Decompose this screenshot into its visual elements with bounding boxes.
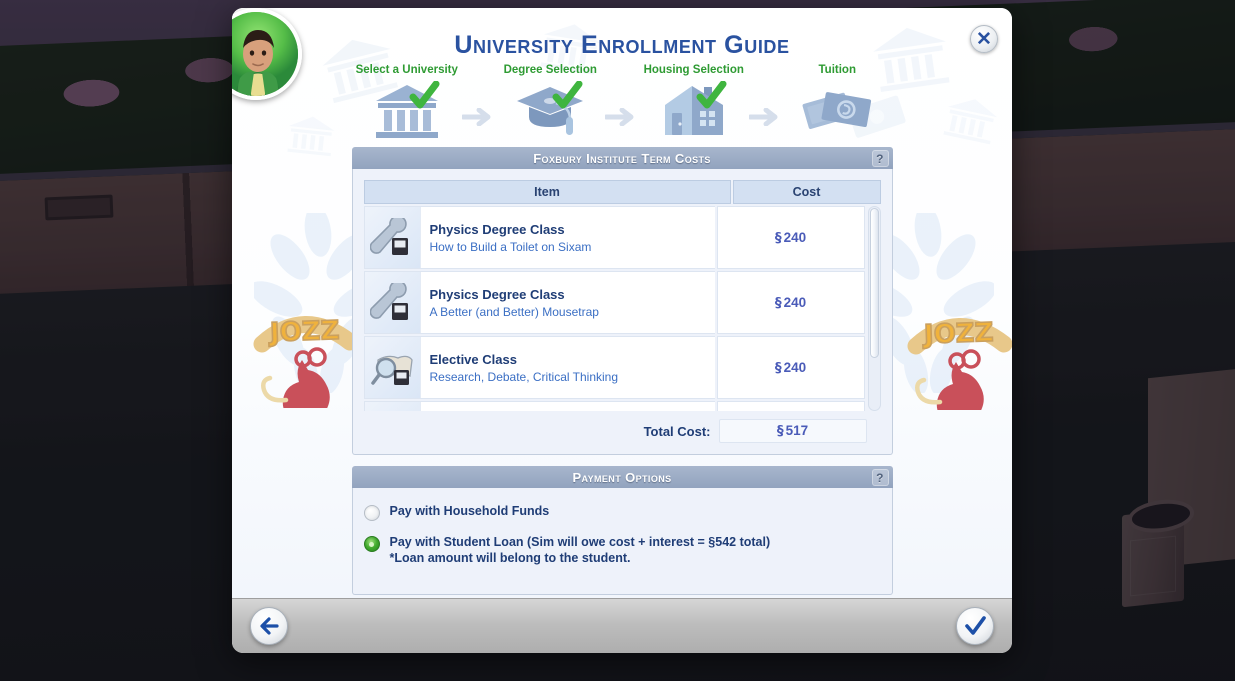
arrow-icon [603,107,639,131]
row-subtitle: Research, Debate, Critical Thinking [429,369,619,384]
help-icon[interactable]: ? [871,150,889,167]
column-header-item: Item [363,180,731,204]
payment-options-title: Payment Options [572,469,672,485]
step-label: Degree Selection [503,64,597,76]
cost-items-list: Physics Degree Class How to Build a Toil… [363,206,865,411]
total-cost-value: 517 [785,423,809,438]
payment-options-panel: Payment Options ? Pay with Household Fun… [351,466,893,596]
house-icon [639,79,749,141]
graduation-cap-icon [496,79,606,141]
table-row[interactable]: Physics Degree Class A Better (and Bette… [363,271,865,336]
check-icon [551,80,583,118]
confirm-button[interactable] [956,607,994,645]
row-text: Physics Degree Class How to Build a Toil… [430,222,600,254]
svg-text:JOZZ: JOZZ [921,318,993,350]
foxbury-mascot-logo: JOZZ [904,300,1012,423]
row-subtitle: A Better (and Better) Mousetrap [429,304,599,319]
row-cost-value: 240 [783,295,807,310]
simoleon-icon: § [774,229,782,246]
row-cost-value: 240 [783,230,807,245]
help-icon[interactable]: ? [871,469,889,486]
step-degree-selection[interactable]: Degree Selection [496,64,606,141]
row-cost-cell: § 240 [716,271,865,334]
dialog-body: JOZZ JOZZ ✕ University Enrollment Guide … [232,8,1012,598]
wrench-book-icon [364,272,421,333]
dialog-footer [232,598,1012,653]
row-cost-cell: § 240 [716,336,865,399]
enrollment-stepper: Select a University Degree Selection Hou… [232,64,1012,141]
term-costs-title: Foxbury Institute Term Costs [533,150,711,166]
simoleon-icon: § [774,294,782,311]
back-button[interactable] [250,607,288,645]
table-row[interactable]: Elective Class Research, Debate, Critica… [363,336,865,401]
row-title: Physics Degree Class [429,286,565,302]
arrow-icon [460,107,496,131]
payment-option-note: *Loan amount will belong to the student. [389,550,631,565]
payment-options-header: Payment Options ? [351,466,893,488]
arrow-icon [747,107,783,131]
wrench-book-icon [364,207,421,268]
magnifier-book-icon [364,337,421,398]
row-cost-value: 240 [783,360,807,375]
payment-option-student-loan[interactable]: Pay with Student Loan (Sim will owe cost… [363,535,881,566]
svg-text:JOZZ: JOZZ [267,316,339,348]
row-title: Physics Degree Class [429,221,565,237]
vertical-scrollbar[interactable] [867,206,881,411]
row-text: Physics Degree Class A Better (and Bette… [430,287,607,319]
row-subtitle: How to Build a Toilet on Sixam [429,239,592,254]
row-cost-cell [716,401,865,411]
simoleon-icon: § [776,423,784,439]
radio-button[interactable] [363,505,380,521]
payment-option-label: Pay with Student Loan (Sim will owe cost… [389,535,771,549]
term-costs-panel: Foxbury Institute Term Costs ? Item Cost [351,147,893,455]
term-costs-header: Foxbury Institute Term Costs ? [351,147,893,169]
scrollbar-thumb[interactable] [869,208,879,359]
radio-button-selected[interactable] [363,536,380,552]
table-row[interactable]: University Housing [363,401,865,411]
foxbury-mascot-logo: JOZZ [250,298,360,421]
step-label: Tuition [818,64,856,76]
row-item-cell: University Housing [363,401,715,411]
step-label: Select a University [355,64,458,76]
table-header-row: Item Cost [363,180,881,204]
payment-option-text: Pay with Student Loan (Sim will owe cost… [390,535,771,566]
step-label: Housing Selection [643,64,744,76]
check-icon [408,80,440,118]
page-title: University Enrollment Guide [454,31,790,59]
cost-items-scroll-area: Physics Degree Class How to Build a Toil… [363,206,881,411]
row-cost-cell: § 240 [716,206,865,269]
total-cost-value-box: § 517 [718,419,867,443]
university-building-icon [352,79,462,141]
column-header-cost: Cost [732,180,881,204]
check-icon [695,80,727,118]
payment-option-label: Pay with Household Funds [389,504,550,518]
total-cost-row: Total Cost: § 517 [364,419,881,443]
row-item-cell: Physics Degree Class A Better (and Bette… [363,271,715,334]
step-select-university[interactable]: Select a University [352,64,462,141]
money-bills-icon [783,79,893,141]
simoleon-icon: § [774,359,782,376]
term-costs-body: Item Cost Physics Degree Class How to Bu… [351,169,893,455]
university-enrollment-dialog: JOZZ JOZZ ✕ University Enrollment Guide … [232,8,1012,653]
step-housing-selection[interactable]: Housing Selection [639,64,749,141]
payment-options-body: Pay with Household Funds Pay with Studen… [351,488,893,596]
total-cost-label: Total Cost: [643,423,711,439]
row-text: Elective Class Research, Debate, Critica… [430,352,627,384]
bed-icon [364,402,421,411]
close-icon[interactable]: ✕ [970,25,998,53]
row-item-cell: Elective Class Research, Debate, Critica… [363,336,715,399]
table-row[interactable]: Physics Degree Class How to Build a Toil… [363,206,865,271]
row-item-cell: Physics Degree Class How to Build a Toil… [363,206,715,269]
payment-option-household-funds[interactable]: Pay with Household Funds [363,504,881,521]
row-title: Elective Class [429,351,517,367]
step-tuition[interactable]: Tuition [783,64,893,141]
